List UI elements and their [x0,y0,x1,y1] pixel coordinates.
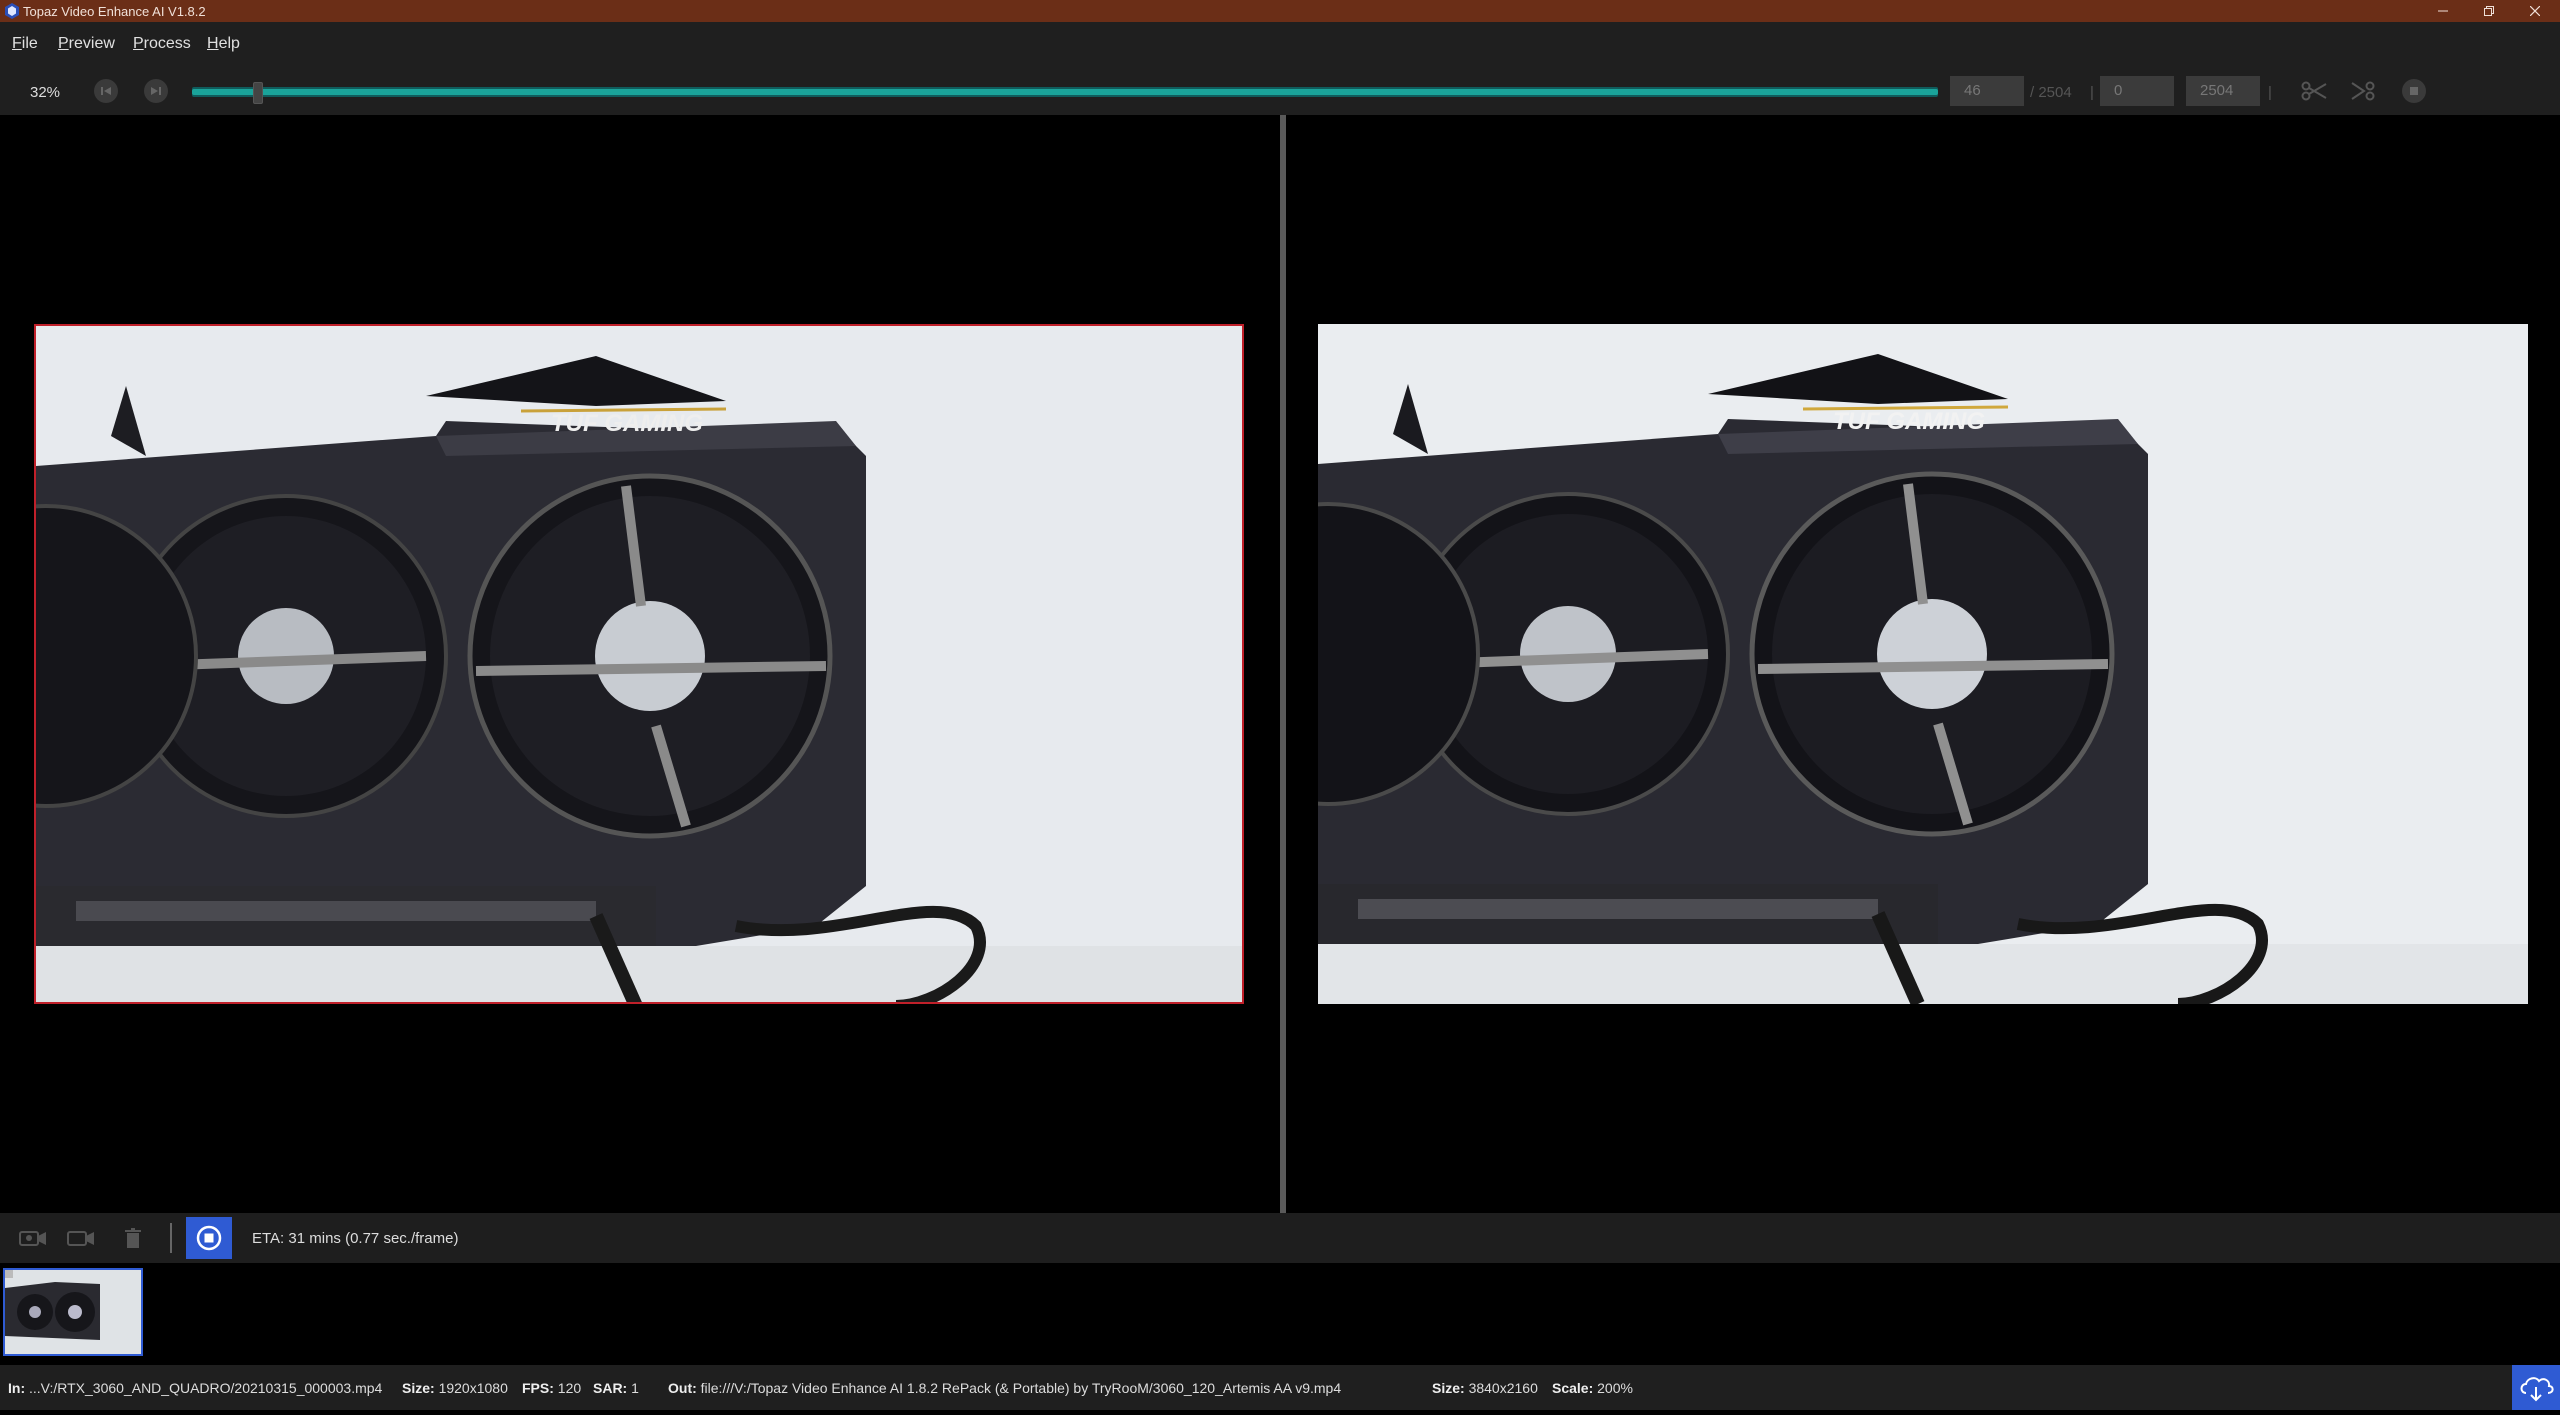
enhanced-frame-view[interactable]: TUF GAMING [1318,324,2528,1004]
output-size-value: 3840x2160 [1468,1380,1538,1396]
minimize-icon [2438,10,2448,12]
window-title: Topaz Video Enhance AI V1.8.2 [23,4,206,19]
stop-circle-icon [196,1225,222,1251]
output-path: file:///V:/Topaz Video Enhance AI 1.8.2 … [700,1380,1342,1396]
menu-file[interactable]: File [12,35,38,53]
sar-label: SAR: [593,1380,628,1396]
status-bar: In: ...V:/RTX_3060_AND_QUADRO/20210315_0… [0,1365,2560,1410]
gpu-image-original: TUF GAMING [36,326,1242,1002]
toolbar-separator [170,1223,172,1253]
range-start-field[interactable]: 0 [2100,76,2174,106]
input-size-label: Size: [402,1380,435,1396]
menu-help[interactable]: Help [207,35,240,53]
add-video-icon[interactable] [18,1227,48,1249]
video-thumbnail[interactable] [3,1268,143,1356]
zoom-level[interactable]: 32% [30,84,60,101]
fps-value: 120 [557,1380,582,1396]
total-frames-label: / 2504 [2030,84,2072,101]
tuf-gaming-text: TUF GAMING [551,410,703,437]
split-divider[interactable] [1280,115,1286,1213]
skip-forward-icon [151,87,161,95]
restore-button[interactable] [2466,0,2512,22]
sar-value: 1 [631,1380,639,1396]
scissors-icon[interactable] [2300,79,2328,103]
trash-icon[interactable] [118,1227,148,1249]
video-queue [0,1263,2560,1363]
range-separator-left: | [2090,84,2094,101]
split-cut-icon[interactable] [2350,79,2378,103]
scale-label: Scale: [1552,1380,1594,1396]
original-frame-view[interactable]: TUF GAMING [34,324,1244,1004]
fps-label: FPS: [522,1380,554,1396]
restore-icon [2484,6,2494,16]
scale-value: 200% [1597,1380,1633,1396]
menu-preview[interactable]: Preview [58,35,115,53]
timeline-fill [192,89,1938,95]
cloud-download-icon [2520,1377,2554,1402]
topaz-logo-icon [5,3,19,19]
video-settings-icon[interactable] [66,1227,96,1249]
range-separator-right: | [2268,84,2272,101]
range-end-field[interactable]: 2504 [2186,76,2260,106]
playback-toolbar: 32% 46 / 2504 | 0 2504 | [0,67,2560,115]
input-size-value: 1920x1080 [438,1380,508,1396]
preview-area: TUF GAMING TUF GAMING [0,115,2560,1213]
output-size-label: Size: [1432,1380,1465,1396]
menu-bar: File Preview Process Help [0,22,2560,67]
timeline-slider[interactable] [192,82,1938,104]
eta-status: ETA: 31 mins (0.77 sec./frame) [252,1230,459,1247]
input-label: In: [8,1380,26,1396]
close-window-button[interactable] [2512,0,2558,22]
current-frame-field[interactable]: 46 [1950,76,2024,106]
stop-processing-button[interactable] [186,1217,232,1259]
skip-back-icon [101,87,111,95]
thumbnail-image [5,1270,141,1354]
stop-preview-button[interactable] [2402,79,2426,103]
close-icon [2529,5,2541,17]
gpu-image-enhanced: TUF GAMING [1318,324,2528,1004]
menu-process[interactable]: Process [133,35,191,53]
cloud-upload-button[interactable] [2512,1365,2560,1410]
process-bar: ETA: 31 mins (0.77 sec./frame) [0,1213,2560,1263]
tuf-gaming-text: TUF GAMING [1833,408,1985,435]
input-path: ...V:/RTX_3060_AND_QUADRO/20210315_00000… [29,1380,383,1396]
output-label: Out: [668,1380,697,1396]
next-frame-button[interactable] [144,79,168,103]
minimize-button[interactable] [2420,0,2466,22]
timeline-handle[interactable] [253,82,263,104]
title-bar: Topaz Video Enhance AI V1.8.2 [0,0,2560,22]
stop-icon [2410,87,2418,95]
previous-frame-button[interactable] [94,79,118,103]
